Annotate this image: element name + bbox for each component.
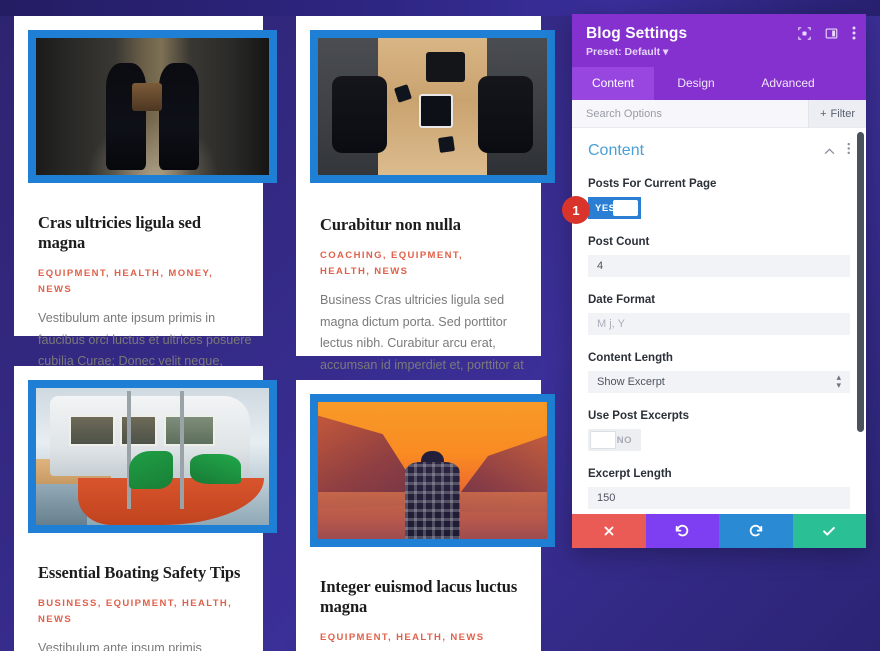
blog-post-card[interactable]: Curabitur non nulla COACHING, EQUIPMENT,… (296, 16, 541, 356)
panel-scrollbar[interactable] (857, 132, 864, 432)
post-image-frame[interactable] (28, 380, 277, 533)
field-label: Use Post Excerpts (588, 410, 850, 422)
redo-button[interactable] (719, 514, 793, 548)
post-body: Essential Boating Safety Tips BUSINESS, … (14, 533, 263, 651)
overhead-desk-meeting-photo (318, 38, 547, 175)
panel-tabs: Content Design Advanced (572, 67, 866, 100)
sailboat-hull-shape (78, 478, 264, 525)
blog-post-card[interactable]: Cras ultricies ligula sed magna EQUIPMEN… (14, 16, 263, 336)
save-button[interactable] (793, 514, 867, 548)
blog-post-card[interactable]: Essential Boating Safety Tips BUSINESS, … (14, 366, 263, 651)
two-businessmen-corridor-photo (36, 38, 269, 175)
app-root: Cras ultricies ligula sed magna EQUIPMEN… (0, 0, 880, 651)
post-categories[interactable]: BUSINESS, EQUIPMENT, HEALTH, NEWS (38, 596, 251, 629)
field-label: Posts For Current Page (588, 178, 850, 190)
field-posts-for-current-page: Posts For Current Page YES (588, 178, 850, 219)
search-input[interactable] (572, 100, 808, 127)
content-section-header: Content (588, 142, 850, 160)
undo-button[interactable] (646, 514, 720, 548)
posts-for-current-page-toggle[interactable]: YES (588, 197, 641, 219)
filter-label: Filter (831, 108, 855, 120)
blog-settings-panel: Blog Settings Preset: Default ▾ (572, 14, 866, 548)
panel-body: Content (572, 128, 866, 514)
post-body: Curabitur non nulla COACHING, EQUIPMENT,… (296, 183, 541, 398)
step-badge-1: 1 (562, 196, 590, 224)
search-options-row: + Filter (572, 100, 866, 128)
mast-shape (127, 391, 131, 509)
kebab-menu-icon[interactable] (847, 142, 851, 160)
window-shape (69, 415, 116, 445)
mast-shape (180, 391, 184, 509)
section-tools (824, 142, 851, 160)
field-date-format: Date Format M j, Y (588, 294, 850, 335)
chevron-up-icon[interactable] (824, 142, 835, 160)
field-label: Excerpt Length (588, 468, 850, 480)
post-excerpt: Vestibulum ante ipsum primis Vestibulum … (38, 638, 260, 651)
toggle-knob (590, 431, 616, 449)
field-label: Post Count (588, 236, 850, 248)
layout-icon[interactable] (825, 27, 838, 40)
field-content-length: Content Length Show Excerpt ▴▾ (588, 352, 850, 393)
toggle-value: YES (588, 203, 616, 214)
toggle-knob (613, 200, 638, 216)
preset-selector[interactable]: Preset: Default ▾ (586, 46, 852, 58)
man-lake-sunset-photo (318, 402, 547, 539)
select-value: Show Excerpt (597, 376, 665, 388)
marina-boats-photo (36, 388, 269, 525)
use-post-excerpts-toggle[interactable]: NO (588, 429, 641, 451)
tab-design[interactable]: Design (654, 67, 738, 100)
post-body: Integer euismod lacus luctus magna EQUIP… (296, 547, 541, 651)
kebab-menu-icon[interactable] (852, 26, 856, 40)
field-label: Content Length (588, 352, 850, 364)
filter-button[interactable]: + Filter (808, 100, 866, 127)
panel-footer (572, 514, 866, 548)
briefcase-shape (132, 83, 162, 110)
date-format-input[interactable]: M j, Y (588, 313, 850, 335)
tab-content[interactable]: Content (572, 67, 654, 100)
post-title[interactable]: Curabitur non nulla (320, 215, 529, 235)
post-title[interactable]: Integer euismod lacus luctus magna (320, 577, 529, 617)
tab-advanced[interactable]: Advanced (738, 67, 838, 100)
post-title[interactable]: Essential Boating Safety Tips (38, 563, 251, 583)
panel-header-icons (798, 26, 856, 40)
person-left-shape (332, 76, 387, 153)
blog-grid: Cras ultricies ligula sed magna EQUIPMEN… (0, 0, 575, 651)
post-image-frame[interactable] (28, 30, 277, 183)
laptop-bag-shape (426, 52, 465, 82)
cancel-button[interactable] (572, 514, 646, 548)
plus-icon: + (820, 108, 826, 120)
field-excerpt-length: Excerpt Length 150 (588, 468, 850, 509)
window-shape (164, 415, 215, 445)
content-length-select[interactable]: Show Excerpt ▴▾ (588, 371, 850, 393)
post-categories[interactable]: EQUIPMENT, HEALTH, MONEY, NEWS (38, 266, 251, 299)
tablet-shape (419, 94, 453, 128)
field-label: Date Format (588, 294, 850, 306)
excerpt-length-input[interactable]: 150 (588, 487, 850, 509)
field-post-count: Post Count 4 (588, 236, 850, 277)
post-image-frame[interactable] (310, 30, 555, 183)
post-count-input[interactable]: 4 (588, 255, 850, 277)
post-title[interactable]: Cras ultricies ligula sed magna (38, 213, 251, 253)
person-right-shape (478, 76, 533, 153)
field-use-post-excerpts: Use Post Excerpts NO (588, 410, 850, 451)
green-sail-cover-shape (129, 451, 173, 489)
post-categories[interactable]: COACHING, EQUIPMENT, HEALTH, NEWS (320, 248, 510, 281)
phone-shape (438, 136, 455, 153)
chevron-updown-icon: ▴▾ (836, 374, 841, 389)
panel-header: Blog Settings Preset: Default ▾ (572, 14, 866, 67)
focus-icon[interactable] (798, 27, 811, 40)
post-image-frame[interactable] (310, 394, 555, 547)
post-categories[interactable]: EQUIPMENT, HEALTH, NEWS (320, 630, 529, 647)
blog-post-card[interactable]: Integer euismod lacus luctus magna EQUIP… (296, 380, 541, 651)
window-shape (120, 415, 157, 445)
person-plaid-shirt-shape (405, 462, 460, 539)
green-sail-cover-shape (190, 454, 241, 484)
section-title: Content (588, 142, 644, 160)
